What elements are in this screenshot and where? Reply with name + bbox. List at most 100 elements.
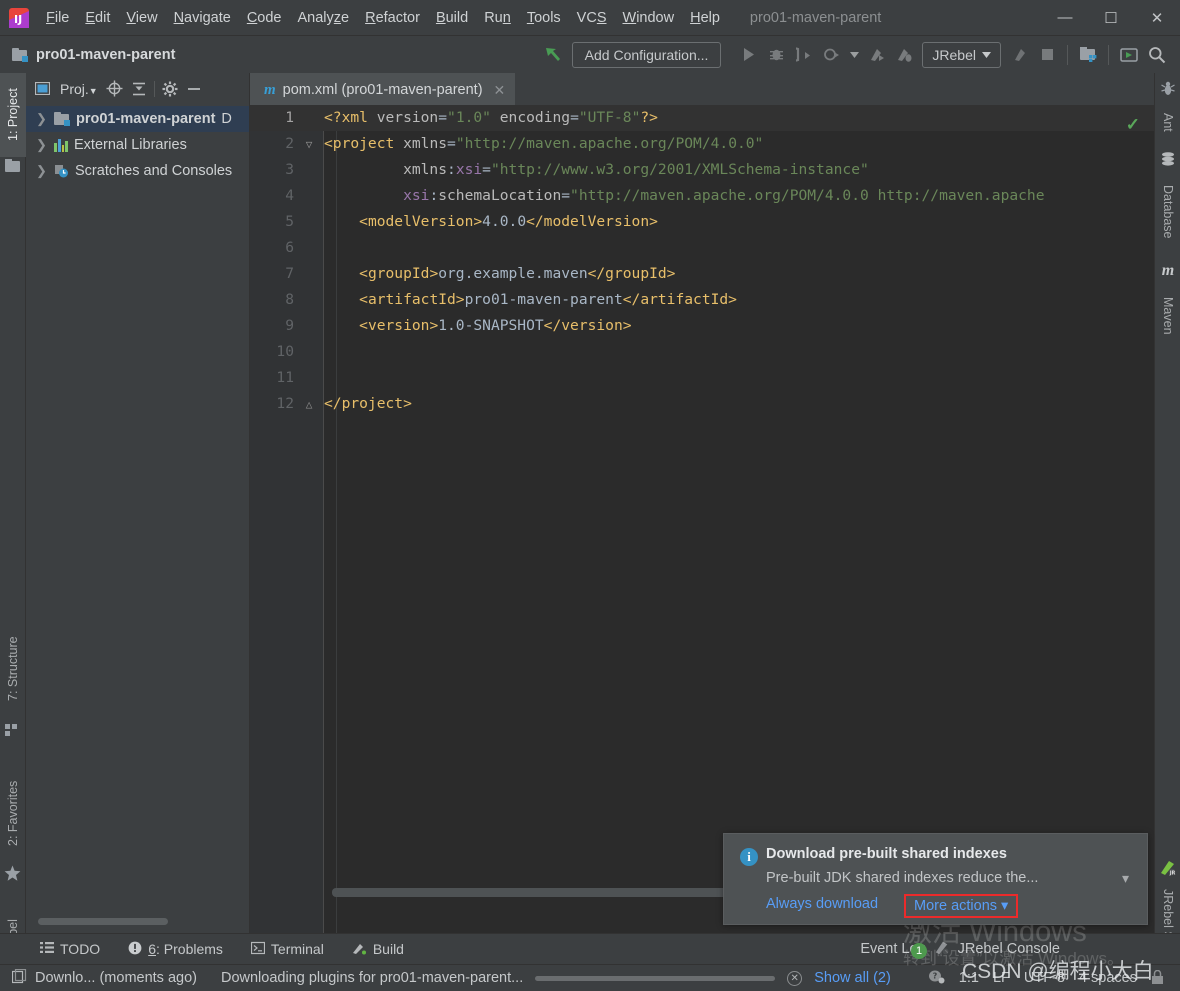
chevron-right-icon[interactable]: ❯: [36, 111, 52, 127]
sidebar-item-project-label: 1: Project: [6, 88, 20, 142]
show-all-link[interactable]: Show all (2): [814, 970, 891, 986]
run-icon[interactable]: [735, 42, 761, 68]
status-task-label[interactable]: Downlo... (moments ago): [35, 970, 197, 986]
updates-icon[interactable]: [1116, 42, 1142, 68]
menu-view[interactable]: View: [118, 7, 165, 29]
tree-item-scratches-and-consoles[interactable]: ❯ Scratches and Consoles: [26, 158, 249, 184]
menu-navigate[interactable]: Navigate: [166, 7, 239, 29]
hide-icon[interactable]: [183, 78, 205, 100]
close-button[interactable]: ✕: [1134, 0, 1180, 36]
code-line[interactable]: 8 <artifactId>pro01-maven-parent</artifa…: [250, 287, 1154, 313]
locate-icon[interactable]: [104, 78, 126, 100]
chevron-right-icon[interactable]: ❯: [36, 163, 52, 179]
search-everywhere-icon[interactable]: [1144, 42, 1170, 68]
cancel-icon[interactable]: ✕: [787, 970, 803, 986]
editor-tab-pom-xml[interactable]: m pom.xml (pro01-maven-parent) ✕: [250, 73, 516, 105]
code-line[interactable]: 5 <modelVersion>4.0.0</modelVersion>: [250, 209, 1154, 235]
add-configuration-button[interactable]: Add Configuration...: [571, 41, 722, 68]
background-tasks-icon[interactable]: [11, 968, 27, 987]
settings-gear-icon[interactable]: [159, 78, 181, 100]
menu-help-mnemonic: H: [690, 9, 701, 26]
chevron-right-icon[interactable]: ❯: [36, 137, 52, 153]
menu-window[interactable]: Window: [615, 7, 683, 29]
tool-window-terminal[interactable]: Terminal: [250, 941, 324, 958]
sidebar-item-structure[interactable]: 7: Structure: [0, 619, 26, 719]
project-panel-hscrollbar[interactable]: [38, 918, 168, 925]
minimize-button[interactable]: —: [1042, 0, 1088, 36]
jrebel-run-icon[interactable]: [863, 42, 889, 68]
code-line[interactable]: 9 <version>1.0-SNAPSHOT</version>: [250, 313, 1154, 339]
maven-m-icon: m: [264, 81, 276, 98]
code-line[interactable]: 6: [250, 235, 1154, 261]
jrebel-debug-icon[interactable]: [891, 42, 917, 68]
code-text: xmlns:xsi="http://www.w3.org/2001/XMLSch…: [403, 161, 869, 178]
sidebar-item-database[interactable]: Database: [1155, 169, 1180, 255]
run-with-coverage-icon[interactable]: [791, 42, 817, 68]
sidebar-item-favorites[interactable]: 2: Favorites: [0, 763, 26, 863]
jrebel-selector[interactable]: JRebel: [922, 41, 1001, 68]
editor-tab-label: pom.xml (pro01-maven-parent): [282, 82, 483, 98]
code-fold-icon[interactable]: ▽: [294, 132, 324, 158]
menu-analyze[interactable]: Analyze: [290, 7, 358, 29]
code-text: <groupId>org.example.maven</groupId>: [359, 265, 676, 282]
menu-help[interactable]: Help: [682, 7, 728, 29]
code-line[interactable]: 7 <groupId>org.example.maven</groupId>: [250, 261, 1154, 287]
sidebar-item-maven[interactable]: Maven: [1155, 283, 1180, 349]
debug-icon[interactable]: [763, 42, 789, 68]
more-actions-button[interactable]: More actions ▾: [904, 894, 1019, 918]
menu-vcs[interactable]: VCS: [569, 7, 615, 29]
chevron-down-icon[interactable]: ▾: [1122, 870, 1129, 887]
code-line[interactable]: 11: [250, 365, 1154, 391]
database-icon: [1160, 151, 1176, 167]
toolbar-divider: [1067, 44, 1068, 65]
tool-window-problems[interactable]: 6: Problems: [128, 941, 223, 958]
code-line[interactable]: 12 △ </project>: [250, 391, 1154, 417]
tree-item-pro01-maven-parent[interactable]: ❯ pro01-maven-parent D: [26, 106, 249, 132]
back-arrow-icon[interactable]: [542, 44, 564, 66]
stop-icon[interactable]: [1034, 42, 1060, 68]
menu-code[interactable]: Code: [239, 7, 290, 29]
code-text: <?xml version="1.0" encoding="UTF-8"?>: [324, 109, 658, 126]
menu-build[interactable]: Build: [428, 7, 476, 29]
jrebel-stop-icon[interactable]: [1006, 42, 1032, 68]
menu-run-mnemonic: n: [502, 9, 511, 26]
project-panel-title[interactable]: Proj.▼: [60, 81, 98, 97]
toolbar-project-name: pro01-maven-parent: [36, 46, 176, 63]
inspection-ok-icon[interactable]: ✓: [1126, 115, 1140, 135]
code-line[interactable]: 4 xsi:schemaLocation="http://maven.apach…: [250, 183, 1154, 209]
notification-subtitle: Pre-built JDK shared indexes reduce the.…: [766, 870, 1039, 886]
code-line[interactable]: 1 <?xml version="1.0" encoding="UTF-8"?>: [250, 105, 1154, 131]
profiler-icon[interactable]: [819, 42, 845, 68]
project-view-icon: [31, 78, 53, 100]
svg-text:?: ?: [932, 972, 937, 981]
menu-tools[interactable]: Tools: [519, 7, 569, 29]
menu-run[interactable]: Run: [476, 7, 519, 29]
main-toolbar: pro01-maven-parent Add Configuration...: [0, 36, 1180, 73]
always-download-link[interactable]: Always download: [766, 896, 878, 912]
close-icon[interactable]: ✕: [494, 82, 506, 99]
code-text: <version>1.0-SNAPSHOT</version>: [359, 317, 632, 334]
project-structure-icon[interactable]: [1075, 42, 1101, 68]
sidebar-item-project[interactable]: 1: Project: [0, 73, 26, 157]
menu-file[interactable]: File: [38, 7, 77, 29]
code-line[interactable]: 2 ▽ <project xmlns="http://maven.apache.or…: [250, 131, 1154, 157]
maximize-button[interactable]: ☐: [1088, 0, 1134, 36]
tree-item-external-libraries[interactable]: ❯ External Libraries: [26, 132, 249, 158]
collapse-all-icon[interactable]: [128, 78, 150, 100]
code-line[interactable]: 3 xmlns:xsi="http://www.w3.org/2001/XMLS…: [250, 157, 1154, 183]
project-chip[interactable]: pro01-maven-parent: [12, 47, 175, 63]
info-icon: i: [740, 848, 758, 866]
tool-window-build[interactable]: Build: [352, 941, 404, 958]
code-line[interactable]: 10: [250, 339, 1154, 365]
right-tool-window-bar: Ant Database m Maven JR JRebel Setup Gui…: [1154, 73, 1180, 991]
database-help-icon[interactable]: ?: [928, 969, 945, 987]
chevron-down-icon[interactable]: [847, 42, 861, 68]
tool-window-todo[interactable]: TODO: [40, 941, 100, 957]
menu-file-rest: ile: [54, 9, 70, 26]
chevron-down-icon: [982, 51, 991, 58]
menu-refactor[interactable]: Refactor: [357, 7, 428, 29]
code-fold-icon[interactable]: △: [294, 392, 324, 418]
sidebar-item-ant[interactable]: Ant: [1155, 99, 1180, 145]
code-editor[interactable]: 1 <?xml version="1.0" encoding="UTF-8"?> 2…: [250, 105, 1154, 933]
menu-edit[interactable]: Edit: [77, 7, 118, 29]
